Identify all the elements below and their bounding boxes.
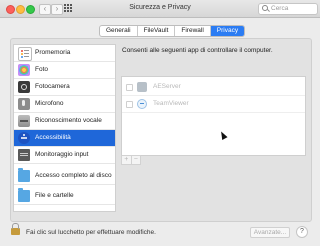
folder-icon bbox=[18, 168, 30, 182]
sidebar-item-label: Microfono bbox=[35, 100, 64, 107]
app-checkbox[interactable] bbox=[126, 101, 133, 108]
sidebar-item-monitoraggio-input[interactable]: Monitoraggio input bbox=[14, 147, 115, 164]
privacy-sidebar: Promemoria Foto Fotocamera Microfono Ric… bbox=[13, 44, 116, 212]
microphone-icon bbox=[18, 98, 30, 110]
sidebar-item-label: Accesso completo al disco bbox=[35, 172, 112, 179]
app-row-aeserver[interactable]: AEServer bbox=[122, 79, 305, 96]
lock-message: Fai clic sul lucchetto per effettuare mo… bbox=[26, 229, 156, 236]
tab-firewall[interactable]: Firewall bbox=[175, 26, 211, 36]
search-placeholder: Cerca bbox=[271, 5, 289, 12]
sidebar-item-accesso-completo-disco[interactable]: Accesso completo al disco bbox=[14, 168, 115, 185]
advanced-button[interactable]: Avanzate... bbox=[250, 227, 290, 238]
app-name: AEServer bbox=[153, 83, 181, 90]
app-name: TeamViewer bbox=[153, 100, 189, 107]
tab-privacy[interactable]: Privacy bbox=[210, 26, 245, 36]
footer: Fai clic sul lucchetto per effettuare mo… bbox=[0, 222, 320, 246]
app-list: AEServer TeamViewer bbox=[121, 76, 306, 156]
tab-generali[interactable]: Generali bbox=[100, 26, 138, 36]
search-input[interactable]: Cerca bbox=[258, 3, 318, 15]
sidebar-item-label: Riconoscimento vocale bbox=[35, 117, 102, 124]
search-icon bbox=[262, 5, 268, 11]
reminders-icon bbox=[18, 47, 32, 61]
help-button[interactable]: ? bbox=[296, 226, 308, 238]
lock-icon[interactable] bbox=[11, 223, 20, 235]
aeserver-icon bbox=[137, 82, 147, 92]
sidebar-item-foto[interactable]: Foto bbox=[14, 62, 115, 79]
sidebar-item-promemoria[interactable]: Promemoria bbox=[14, 45, 115, 62]
tab-bar: Generali FileVault Firewall Privacy bbox=[99, 25, 246, 37]
add-app-button[interactable]: + bbox=[122, 156, 132, 164]
remove-app-button[interactable]: − bbox=[132, 156, 141, 164]
speech-recognition-icon bbox=[18, 115, 30, 127]
input-monitoring-icon bbox=[18, 149, 30, 161]
security-privacy-window: ‹ › Sicurezza e Privacy Cerca Generali F… bbox=[0, 0, 320, 246]
sidebar-item-label: Accessibilità bbox=[35, 134, 71, 141]
sidebar-item-label: Monitoraggio input bbox=[35, 151, 89, 158]
sidebar-item-riconoscimento-vocale[interactable]: Riconoscimento vocale bbox=[14, 113, 115, 130]
teamviewer-icon bbox=[137, 99, 147, 109]
sidebar-item-label: Promemoria bbox=[35, 49, 71, 56]
app-checkbox[interactable] bbox=[126, 84, 133, 91]
sidebar-item-file-cartelle[interactable]: File e cartelle bbox=[14, 188, 115, 205]
folder-icon bbox=[18, 188, 30, 202]
accessibility-icon bbox=[18, 132, 30, 144]
sidebar-item-microfono[interactable]: Microfono bbox=[14, 96, 115, 113]
tab-filevault[interactable]: FileVault bbox=[138, 26, 176, 36]
photos-icon bbox=[18, 64, 30, 76]
sidebar-item-label: Foto bbox=[35, 66, 49, 73]
sidebar-item-accessibilita[interactable]: Accessibilità bbox=[14, 130, 115, 147]
sidebar-item-label: Fotocamera bbox=[35, 83, 70, 90]
sidebar-item-label: File e cartelle bbox=[35, 192, 74, 199]
add-remove-control: + − bbox=[121, 155, 141, 165]
sidebar-item-fotocamera[interactable]: Fotocamera bbox=[14, 79, 115, 96]
title-bar: ‹ › Sicurezza e Privacy Cerca bbox=[0, 0, 320, 18]
camera-icon bbox=[18, 81, 30, 93]
app-row-teamviewer[interactable]: TeamViewer bbox=[122, 96, 305, 113]
accessibility-caption: Consenti alle seguenti app di controllar… bbox=[122, 47, 273, 54]
